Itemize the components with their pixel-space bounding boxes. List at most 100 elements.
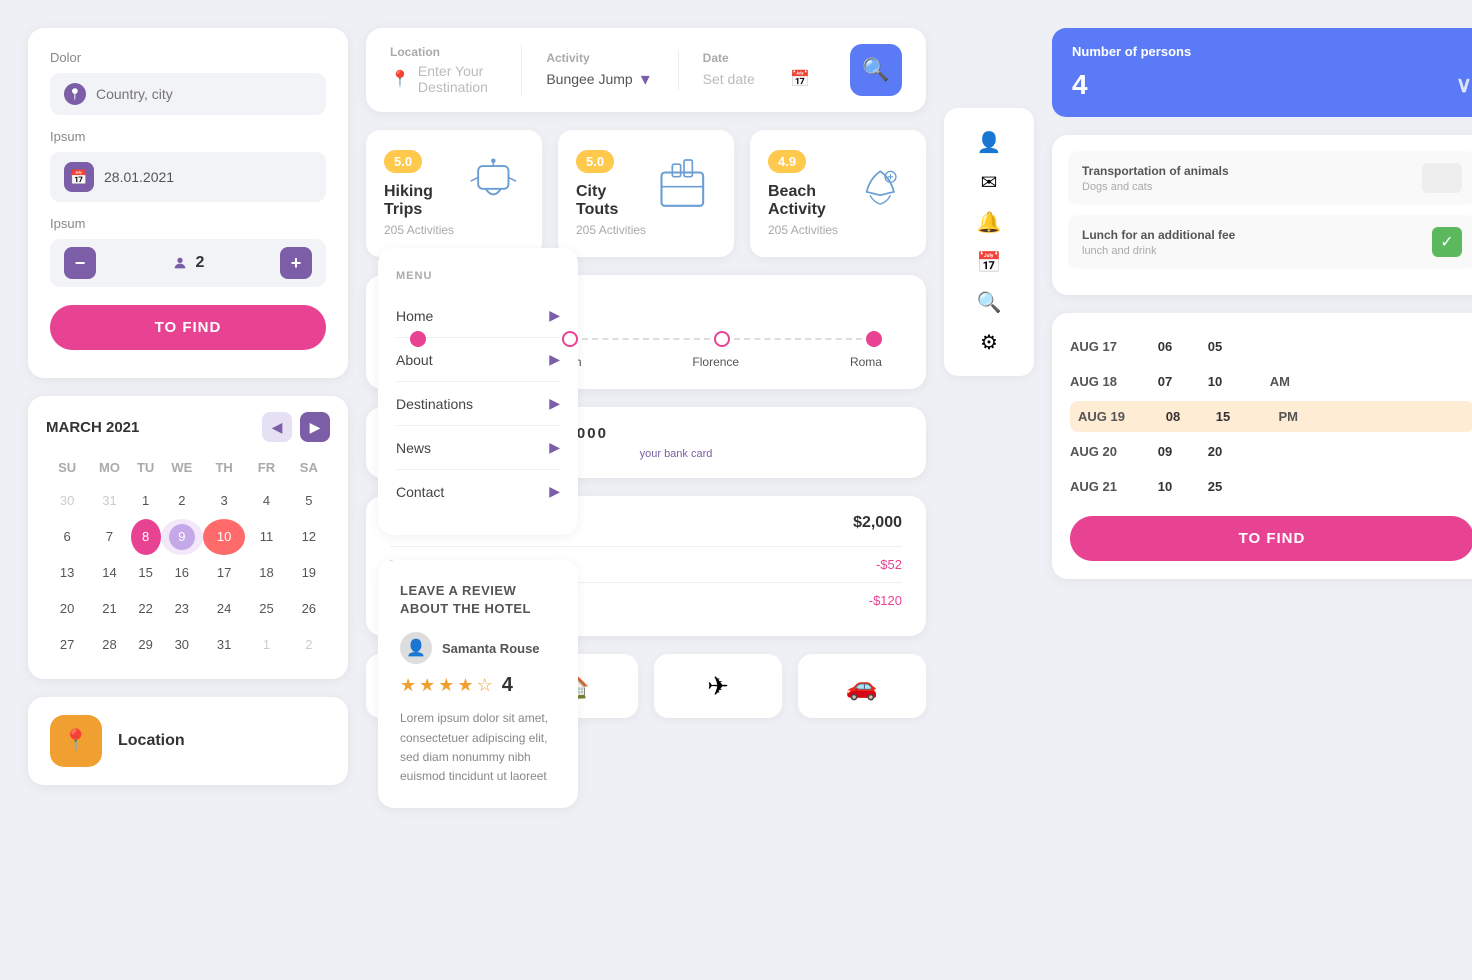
side-icons-panel: 👤✉🔔📅🔍⚙ xyxy=(944,108,1034,376)
activity-name-1: City Touts xyxy=(576,183,649,219)
stars: ★★★★☆4 xyxy=(400,674,556,697)
mail-icon[interactable]: ✉ xyxy=(969,162,1009,202)
cal-day[interactable]: 11 xyxy=(245,519,287,555)
cal-day[interactable]: 2 xyxy=(161,483,203,519)
cal-day[interactable]: 4 xyxy=(245,483,287,519)
activity-count-1: 205 Activities xyxy=(576,223,649,237)
cal-day[interactable]: 9 xyxy=(161,519,203,555)
cal-day[interactable]: 2 xyxy=(288,627,330,663)
stepper-plus[interactable]: + xyxy=(280,247,312,279)
date-input-wrap[interactable]: 📅 28.01.2021 xyxy=(50,152,326,202)
cal-day[interactable]: 30 xyxy=(46,483,88,519)
cal-day[interactable]: 1 xyxy=(131,483,161,519)
cal-day[interactable]: 17 xyxy=(203,555,245,591)
menu-item-news[interactable]: News▶ xyxy=(396,426,560,470)
stepper-wrap: − 2 + xyxy=(50,239,326,287)
activity-field-label: Activity xyxy=(546,51,653,65)
menu-item-destinations[interactable]: Destinations▶ xyxy=(396,382,560,426)
transport-toggle[interactable] xyxy=(1422,163,1462,193)
cal-day[interactable]: 19 xyxy=(288,555,330,591)
search-button[interactable]: 🔍 xyxy=(850,44,902,96)
calendar-icon: 📅 xyxy=(64,162,94,192)
calendar-field-icon: 📅 xyxy=(790,69,810,89)
user-icon[interactable]: 👤 xyxy=(969,122,1009,162)
cal-day[interactable]: 6 xyxy=(46,519,88,555)
cal-day[interactable]: 26 xyxy=(288,591,330,627)
menu-arrow-4: ▶ xyxy=(549,483,560,500)
cal-day[interactable]: 18 xyxy=(245,555,287,591)
cal-day[interactable]: 22 xyxy=(131,591,161,627)
location-field-text: Enter Your Destination xyxy=(418,63,497,95)
location-input[interactable] xyxy=(96,86,312,102)
persons-chevron[interactable]: ∨ xyxy=(1456,72,1472,98)
cal-day[interactable]: 29 xyxy=(131,627,161,663)
cal-day[interactable]: 7 xyxy=(88,519,130,555)
calendar-card: MARCH 2021 ◀ ▶ SUMOTUWETHFRSA 3031123456… xyxy=(28,396,348,679)
location-field: Location 📍 Enter Your Destination xyxy=(390,45,522,95)
cal-day[interactable]: 14 xyxy=(88,555,130,591)
menu-arrow-1: ▶ xyxy=(549,351,560,368)
cal-day[interactable]: 21 xyxy=(88,591,130,627)
cal-day[interactable]: 23 xyxy=(161,591,203,627)
cal-day[interactable]: 20 xyxy=(46,591,88,627)
cal-next-btn[interactable]: ▶ xyxy=(300,412,330,442)
lunch-check[interactable]: ✓ xyxy=(1432,227,1462,257)
cal-day[interactable]: 30 xyxy=(161,627,203,663)
transport-sub: Dogs and cats xyxy=(1082,181,1229,193)
settings-icon[interactable]: ⚙ xyxy=(969,322,1009,362)
stepper-minus[interactable]: − xyxy=(64,247,96,279)
cal-day[interactable]: 28 xyxy=(88,627,130,663)
cal-day[interactable]: 10 xyxy=(203,519,245,555)
pin-icon xyxy=(64,83,86,105)
time-ampm-2: PM xyxy=(1248,409,1298,424)
lunch-title: Lunch for an additional fee xyxy=(1082,228,1235,242)
time-rows: AUG 17 06 05 AUG 18 07 10 AM AUG 19 08 1… xyxy=(1070,331,1472,502)
menu-items: Home▶About▶Destinations▶News▶Contact▶ xyxy=(396,294,560,513)
find-button[interactable]: TO FIND xyxy=(50,305,326,350)
ipsum-label1: Ipsum xyxy=(50,129,326,144)
cal-day[interactable]: 3 xyxy=(203,483,245,519)
cal-day[interactable]: 15 xyxy=(131,555,161,591)
right-panel: Number of persons 4 ∨ Transportation of … xyxy=(1052,28,1472,579)
activity-card-1[interactable]: 5.0 City Touts 205 Activities xyxy=(558,130,734,257)
persons-label: Number of persons xyxy=(1072,44,1472,59)
time-ampm-1: AM xyxy=(1240,374,1290,389)
location-input-wrap[interactable] xyxy=(50,73,326,115)
cal-day[interactable]: 31 xyxy=(88,483,130,519)
time-row-3: AUG 20 09 20 xyxy=(1070,436,1472,467)
menu-card-overlay: MENU Home▶About▶Destinations▶News▶Contac… xyxy=(378,248,578,535)
nav-btn-flight-icon[interactable]: ✈ xyxy=(654,654,782,718)
menu-arrow-0: ▶ xyxy=(549,307,560,324)
cal-day[interactable]: 25 xyxy=(245,591,287,627)
time-m-3: 20 xyxy=(1190,444,1240,459)
activity-card-0[interactable]: 5.0 Hiking Trips 205 Activities xyxy=(366,130,542,257)
lunch-option: Lunch for an additional fee lunch and dr… xyxy=(1068,215,1472,269)
activity-name-0: Hiking Trips xyxy=(384,183,463,219)
activity-card-2[interactable]: 4.9 Beach Activity 205 Activities xyxy=(750,130,926,257)
cal-day[interactable]: 1 xyxy=(245,627,287,663)
cal-day[interactable]: 27 xyxy=(46,627,88,663)
tp-find-button[interactable]: TO FIND xyxy=(1070,516,1472,561)
date-value: 28.01.2021 xyxy=(104,169,174,185)
cal-day[interactable]: 31 xyxy=(203,627,245,663)
activity-name-2: Beach Activity xyxy=(768,183,853,219)
cal-day[interactable]: 12 xyxy=(288,519,330,555)
calendar-header: MARCH 2021 ◀ ▶ xyxy=(46,412,330,442)
location-icon: 📍 xyxy=(50,715,102,767)
cal-prev-btn[interactable]: ◀ xyxy=(262,412,292,442)
cal-day[interactable]: 24 xyxy=(203,591,245,627)
activity-info-0: 5.0 Hiking Trips 205 Activities xyxy=(384,150,463,237)
search-side-icon[interactable]: 🔍 xyxy=(969,282,1009,322)
review-title: LEAVE A REVIEW ABOUT THE HOTEL xyxy=(400,582,556,618)
cal-day[interactable]: 5 xyxy=(288,483,330,519)
time-date-1: AUG 18 xyxy=(1070,374,1140,389)
menu-item-contact[interactable]: Contact▶ xyxy=(396,470,560,513)
cal-day[interactable]: 8 xyxy=(131,519,161,555)
cal-day[interactable]: 16 xyxy=(161,555,203,591)
persons-value: 4 xyxy=(1072,69,1088,101)
bell-icon[interactable]: 🔔 xyxy=(969,202,1009,242)
calendar-side-icon[interactable]: 📅 xyxy=(969,242,1009,282)
activity-count-0: 205 Activities xyxy=(384,223,463,237)
cal-day[interactable]: 13 xyxy=(46,555,88,591)
nav-btn-car-icon[interactable]: 🚗 xyxy=(798,654,926,718)
